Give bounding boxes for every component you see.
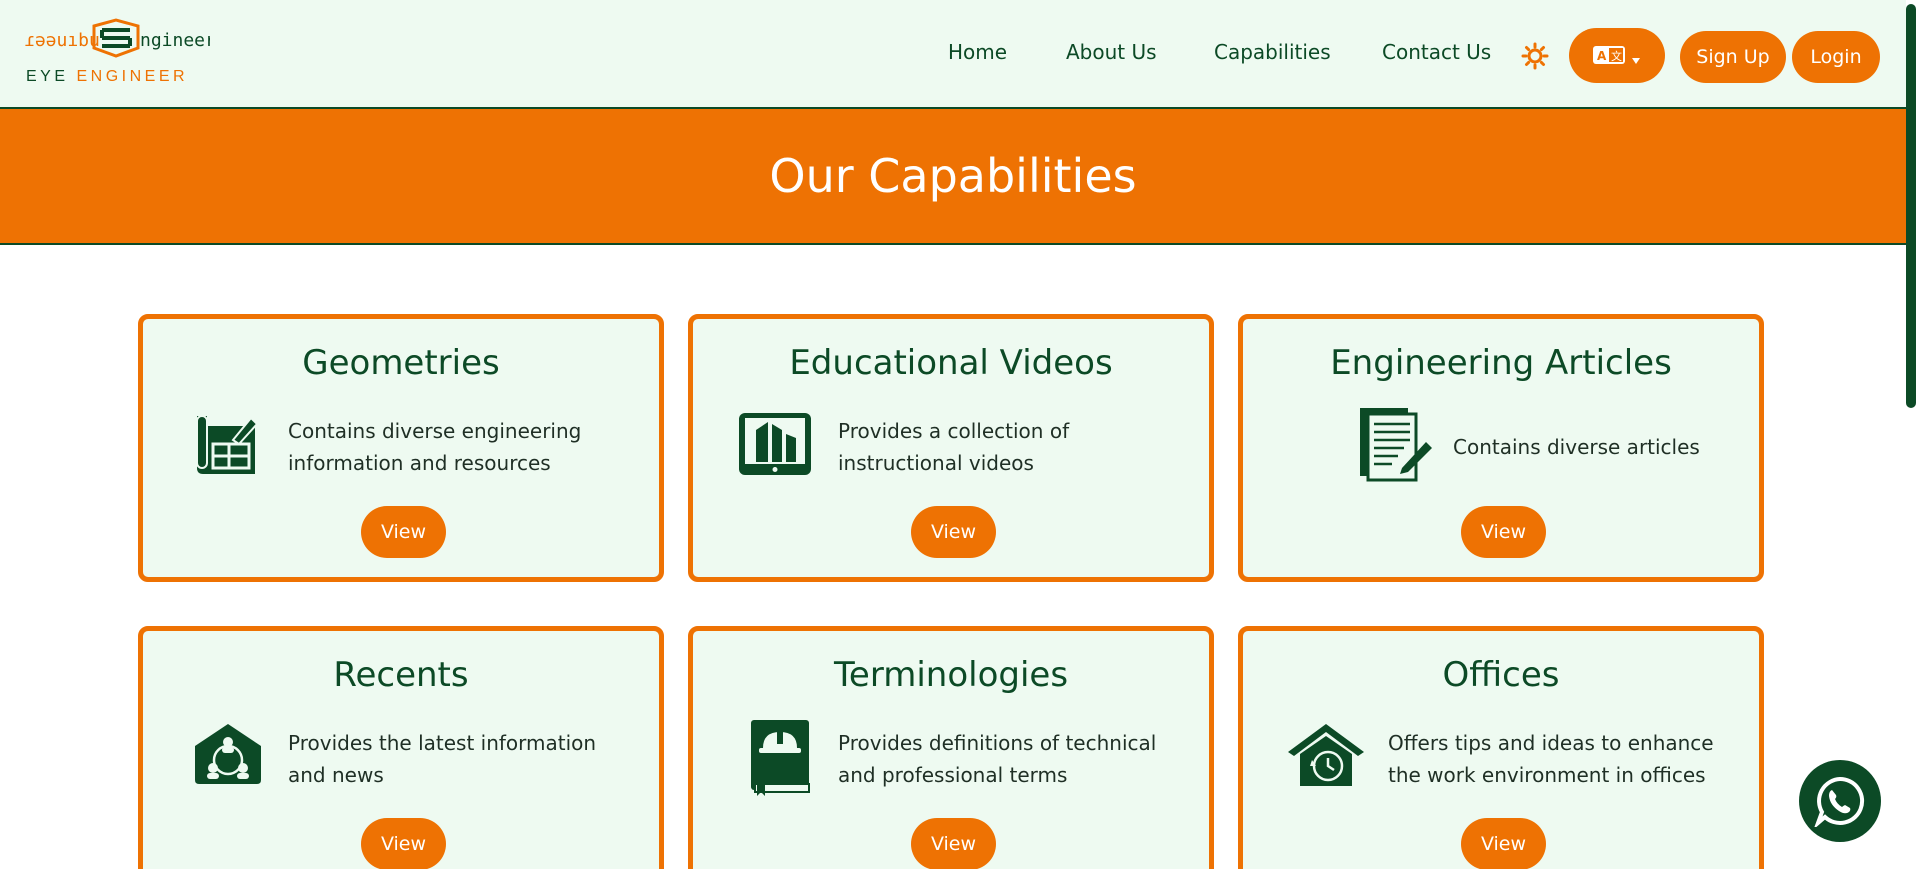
site-header: ɾəəuıbu ngineer EYE ENGINEER Home About … [0, 0, 1906, 109]
card-title: Engineering Articles [1330, 343, 1672, 383]
nav-contact-us[interactable]: Contact Us [1382, 40, 1491, 64]
helmet-book-icon [751, 720, 810, 796]
capability-card-geometries: Geometries Contains diverse engineering … [138, 314, 664, 582]
card-description: Provides the latest information and news [288, 731, 597, 787]
document-pen-icon [1360, 408, 1432, 482]
card-description: Provides definitions of technical and pr… [838, 731, 1157, 787]
card-title: Terminologies [833, 655, 1069, 695]
logo-icon: ɾəəuıbu ngineer [24, 18, 210, 58]
logo-wordmark: EYE ENGINEER [26, 68, 188, 86]
whatsapp-button[interactable] [1799, 760, 1881, 842]
card-description: Contains diverse articles [1453, 435, 1700, 459]
capability-card-educational-videos: Educational Videos Provides a collection… [688, 314, 1214, 582]
house-clock-icon [1288, 724, 1364, 786]
capability-card-recents: Recents Provides the latest information … [138, 626, 664, 869]
house-people-icon [195, 724, 261, 784]
nav-capabilities[interactable]: Capabilities [1214, 40, 1331, 64]
view-button[interactable]: View [361, 818, 446, 869]
view-button[interactable]: View [1461, 818, 1546, 869]
view-button[interactable]: View [911, 506, 996, 558]
chevron-down-icon [1632, 57, 1640, 64]
nav-home[interactable]: Home [948, 40, 1007, 64]
view-button[interactable]: View [911, 818, 996, 869]
site-logo[interactable]: ɾəəuıbu ngineer EYE ENGINEER [24, 18, 210, 90]
card-description: Offers tips and ideas to enhance the wor… [1388, 731, 1714, 787]
nav-about-us[interactable]: About Us [1066, 40, 1157, 64]
scrollbar-thumb[interactable] [1906, 4, 1916, 408]
svg-text:ɾəəuıbu: ɾəəuıbu [24, 30, 100, 51]
card-description: Contains diverse engineering information… [288, 419, 582, 475]
login-button[interactable]: Login [1792, 31, 1880, 83]
page-banner: Our Capabilities [0, 109, 1906, 245]
card-title: Recents [333, 655, 469, 695]
view-button[interactable]: View [361, 506, 446, 558]
signup-button[interactable]: Sign Up [1680, 31, 1786, 83]
card-description: Provides a collection of instructional v… [838, 419, 1070, 475]
logo-word-eye: EYE [26, 68, 69, 85]
tablet-video-icon [739, 413, 811, 475]
whatsapp-icon [1814, 776, 1865, 827]
page-title: Our Capabilities [769, 149, 1137, 203]
capability-card-terminologies: Terminologies Provides definitions of te… [688, 626, 1214, 869]
card-title: Educational Videos [789, 343, 1113, 383]
language-dropdown-button[interactable]: A 文 [1569, 28, 1665, 83]
sun-icon[interactable] [1521, 42, 1549, 70]
svg-text:文: 文 [1611, 49, 1622, 63]
logo-word-engineer: ENGINEER [76, 68, 189, 85]
card-title: Geometries [302, 343, 500, 383]
blueprint-icon [196, 415, 259, 474]
capability-card-offices: Offices Offers tips and ideas to enhance… [1238, 626, 1764, 869]
capability-card-engineering-articles: Engineering Articles Contains diverse ar… [1238, 314, 1764, 582]
view-button[interactable]: View [1461, 506, 1546, 558]
svg-text:ngineer: ngineer [140, 30, 210, 51]
translate-icon: A 文 [1593, 45, 1625, 64]
svg-text:A: A [1597, 49, 1607, 63]
card-title: Offices [1442, 655, 1560, 695]
